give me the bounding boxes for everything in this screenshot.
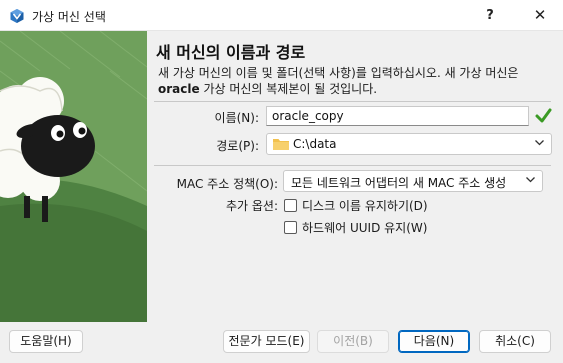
chevron-down-icon — [534, 137, 545, 151]
button-bar: 도움말(H) 전문가 모드(E) 이전(B) 다음(N) 취소(C) — [0, 322, 563, 363]
page-description: 새 가상 머신의 이름 및 폴더(선택 사항)를 입력하십시오. 새 가상 머신… — [158, 65, 558, 97]
virtualbox-app-icon — [9, 8, 25, 24]
mac-policy-combo[interactable]: 모든 네트워크 어댑터의 새 MAC 주소 생성 — [283, 170, 543, 192]
cancel-button[interactable]: 취소(C) — [479, 330, 551, 353]
keep-disk-names-checkbox[interactable]: 디스크 이름 유지하기(D) — [284, 197, 428, 214]
wizard-sidebar-illustration — [0, 31, 147, 322]
description-text-1: 새 가상 머신의 이름 및 폴더(선택 사항)를 입력하십시오. 새 가상 머신… — [158, 66, 519, 80]
back-button[interactable]: 이전(B) — [317, 330, 389, 353]
description-text-2: 가상 머신의 복제본이 될 것입니다. — [199, 82, 378, 96]
title-bar: 가상 머신 선택 ? ✕ — [0, 0, 563, 31]
keep-hardware-uuids-label: 하드웨어 UUID 유지(W) — [302, 221, 428, 235]
checkbox-unchecked-icon[interactable] — [284, 221, 297, 234]
path-value: C:\data — [293, 137, 337, 151]
expert-mode-button[interactable]: 전문가 모드(E) — [223, 330, 310, 353]
path-label: 경로(P): — [216, 139, 259, 153]
keep-hardware-uuids-checkbox[interactable]: 하드웨어 UUID 유지(W) — [284, 219, 427, 236]
description-vm-name: oracle — [158, 82, 200, 96]
help-title-button[interactable]: ? — [468, 0, 512, 31]
mac-policy-value: 모든 네트워크 어댑터의 새 MAC 주소 생성 — [291, 176, 507, 190]
name-input[interactable]: oracle_copy — [266, 106, 529, 126]
page-title: 새 머신의 이름과 경로 — [156, 43, 306, 62]
separator — [154, 165, 551, 166]
name-valid-check-icon — [535, 107, 552, 127]
help-button[interactable]: 도움말(H) — [9, 330, 83, 353]
separator — [154, 101, 551, 102]
checkbox-unchecked-icon[interactable] — [284, 199, 297, 212]
mac-policy-label: MAC 주소 정책(O): — [176, 177, 278, 191]
window-title: 가상 머신 선택 — [32, 10, 106, 24]
chevron-down-icon — [525, 174, 536, 188]
path-combo[interactable]: C:\data — [266, 133, 552, 155]
name-label: 이름(N): — [214, 111, 259, 125]
close-button[interactable]: ✕ — [518, 0, 562, 31]
extra-options-label: 추가 옵션: — [225, 199, 278, 213]
folder-icon — [273, 138, 289, 154]
next-button[interactable]: 다음(N) — [398, 330, 470, 353]
keep-disk-names-label: 디스크 이름 유지하기(D) — [302, 199, 428, 213]
wizard-page: 새 머신의 이름과 경로 새 가상 머신의 이름 및 폴더(선택 사항)를 입력… — [147, 31, 563, 322]
